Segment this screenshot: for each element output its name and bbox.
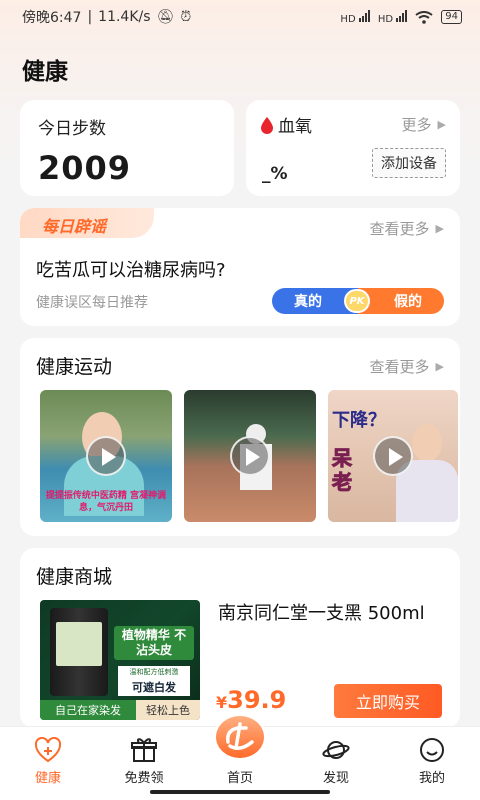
status-time: 傍晚6:47 [22,10,82,26]
battery-indicator: 94 [441,10,462,24]
home-logo-icon[interactable] [216,716,264,758]
steps-card[interactable]: 今日步数 2009 [20,100,234,196]
true-false-vote: 真的 假的 PK [272,288,444,314]
oxygen-value: _% [262,164,288,184]
product-image-text: 轻松上色 [136,700,200,720]
tab-mine[interactable]: 我的 [384,727,480,800]
buy-now-button[interactable]: 立即购买 [334,684,442,718]
signal2-icon: HD [378,9,408,25]
play-icon [373,436,413,476]
section-title: 健康商城 [36,566,113,588]
video-thumbnail[interactable]: 下降？ 呆 老 [328,390,458,522]
product-image[interactable]: 植物精华 不沾头皮 温和配方低刺激 可遮白发 自己在家染发 轻松上色 [40,600,200,720]
video-thumbnail[interactable] [184,390,316,522]
page-title: 健康 [22,59,68,85]
gesture-bar [150,790,330,794]
product-image-text: 植物精华 不沾头皮 [114,626,194,660]
vote-false-button[interactable]: 假的 [358,288,444,314]
blood-oxygen-card[interactable]: 血氧 更多 ▶ _% 添加设备 [246,100,460,196]
daily-rumor-card[interactable]: 每日辟谣 查看更多 ▶ 吃苦瓜可以治糖尿病吗? 健康误区每日推荐 真的 假的 P… [20,208,460,326]
product-name[interactable]: 南京同仁堂一支黑 500ml [218,602,444,626]
add-device-button[interactable]: 添加设备 [372,148,446,178]
play-icon [86,436,126,476]
network-speed: 11.4K/s [98,9,151,25]
arrow-right-icon: ▶ [435,222,444,235]
video-caption: 下降？ [332,410,386,431]
steps-label: 今日步数 [38,119,106,139]
signal1-icon: HD [340,9,370,25]
smile-face-icon [420,738,444,762]
video-caption: 提提振传统中医药精 宫凝神调息，气沉丹田 [45,491,167,513]
rumor-more-link[interactable]: 查看更多 ▶ [370,218,444,239]
rumor-question: 吃苦瓜可以治糖尿病吗? [36,260,226,281]
video-list: 提提振传统中医药精 宫凝神调息，气沉丹田 下降？ 呆 老 [40,390,458,522]
oxygen-label: 血氧 [278,117,312,137]
play-icon [230,436,270,476]
video-caption-2: 呆 老 [332,446,353,495]
steps-value: 2009 [38,149,132,187]
arrow-right-icon: ▶ [437,118,446,131]
product-image-text: 可遮白发 [118,678,190,696]
video-thumbnail[interactable]: 提提振传统中医药精 宫凝神调息，气沉丹田 [40,390,172,522]
rumor-tag: 每日辟谣 [20,208,154,238]
arrow-right-icon: ▶ [435,360,444,373]
product-image-text: 自己在家染发 [40,700,136,720]
sport-more-link[interactable]: 查看更多 ▶ [370,356,444,377]
health-plus-icon [34,737,62,763]
alarm-icon: ⏰︎ [180,9,192,25]
wifi-icon [415,10,433,24]
oxygen-more-link[interactable]: 更多 ▶ [402,114,446,135]
status-bar: 傍晚6:47 | 11.4K/s 🔕︎ ⏰︎ HD HD 94 [0,0,480,34]
product-price: ¥39.9 [216,686,287,714]
health-mall-card: 健康商城 植物精华 不沾头皮 温和配方低刺激 可遮白发 自己在家染发 轻松上色 … [20,548,460,728]
planet-icon [322,741,350,759]
blood-drop-icon [261,116,273,134]
product-image-text: 温和配方低刺激 [118,666,190,678]
gift-icon [131,738,157,762]
rumor-subtitle: 健康误区每日推荐 [36,295,148,311]
tab-health[interactable]: 健康 [0,727,96,800]
mute-icon: 🔕︎ [156,9,175,25]
pk-badge: PK [344,289,370,313]
